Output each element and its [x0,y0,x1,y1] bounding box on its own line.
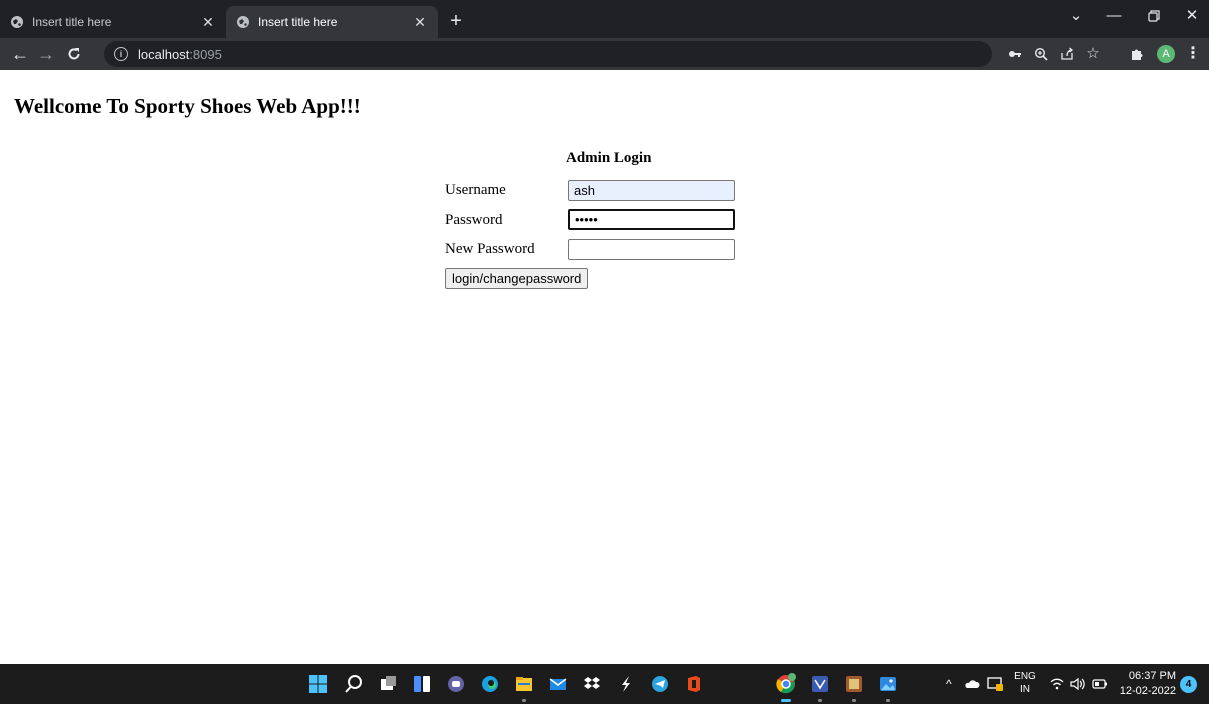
close-tab-icon[interactable]: ✕ [412,14,428,31]
tab-title: Insert title here [258,15,338,29]
input-language-indicator[interactable]: ENG IN [1012,670,1038,696]
widgets-icon[interactable] [410,672,434,696]
tray-overflow-chevron-icon[interactable]: ^ [946,664,960,704]
login-changepassword-button[interactable]: login/changepassword [445,268,589,289]
chat-icon[interactable] [444,672,468,696]
back-arrow-icon[interactable]: ← [8,42,32,66]
reload-icon[interactable] [62,42,86,66]
password-label: Password [445,212,503,228]
volume-icon[interactable] [1070,664,1088,704]
running-indicator [522,699,526,702]
cast-icon[interactable] [986,664,1006,704]
new-tab-button[interactable]: + [444,9,468,33]
password-input[interactable] [568,209,735,230]
photos-icon[interactable] [876,672,900,702]
key-icon[interactable] [1004,43,1026,65]
running-indicator [886,699,890,702]
close-tab-icon[interactable]: ✕ [200,14,216,31]
share-icon[interactable] [1056,43,1078,65]
browser-tab-2[interactable]: Insert title here ✕ [226,6,438,38]
lightning-app-icon[interactable] [614,672,638,696]
windows-start-icon[interactable] [306,672,330,696]
file-explorer-icon[interactable] [512,672,536,702]
globe-icon [236,15,250,29]
tab-title: Insert title here [32,15,112,29]
browser-tab-1[interactable]: Insert title here ✕ [0,6,226,38]
telegram-icon[interactable] [648,672,672,696]
onedrive-cloud-icon[interactable] [964,664,982,704]
bookmark-star-icon[interactable]: ☆ [1082,43,1104,65]
wifi-icon[interactable] [1050,664,1066,704]
tab-search-chevron-icon[interactable]: ⌄ [1058,4,1094,28]
taskbar: ^ ENG IN 06:37 PM 12-02-2022 4 [0,664,1209,704]
zoom-icon[interactable] [1030,43,1052,65]
database-app-icon[interactable] [842,672,866,702]
clock-date: 12-02-2022 [1119,685,1176,697]
url-port: :8095 [189,46,222,62]
extensions-puzzle-icon[interactable] [1126,43,1148,65]
site-info-icon[interactable]: i [114,47,128,61]
search-icon[interactable] [342,672,366,696]
username-input[interactable] [568,180,735,201]
new-password-label: New Password [445,241,535,257]
taskbar-clock[interactable]: 06:37 PM 12-02-2022 [1118,669,1176,699]
forward-arrow-icon[interactable]: → [34,42,58,66]
profile-avatar[interactable]: A [1157,45,1175,63]
browser-toolbar: ← → i localhost:8095 ☆ A ⋮ [0,38,1209,70]
task-view-icon[interactable] [376,672,400,696]
language-code: ENG [1014,671,1036,682]
username-label: Username [445,182,506,198]
dropbox-icon[interactable] [580,672,604,696]
new-password-input[interactable] [568,239,735,260]
running-indicator [852,699,856,702]
minimize-window-icon[interactable]: — [1096,4,1132,28]
browser-tab-strip: Insert title here ✕ Insert title here ✕ … [0,0,1209,38]
globe-icon [10,15,24,29]
clock-time: 06:37 PM [1128,670,1176,682]
code-editor-icon[interactable] [808,672,832,702]
edge-browser-icon[interactable] [478,672,502,696]
battery-icon[interactable] [1092,664,1110,704]
mail-icon[interactable] [546,672,570,696]
office-icon[interactable] [682,672,706,696]
restore-window-icon[interactable] [1136,4,1172,28]
close-window-icon[interactable]: ✕ [1174,4,1209,28]
region-code: IN [1020,684,1030,695]
running-indicator [818,699,822,702]
url-host: localhost [138,46,190,62]
page-title: Wellcome To Sporty Shoes Web App!!! [14,94,361,118]
page-content: Wellcome To Sporty Shoes Web App!!! Admi… [0,70,1209,664]
menu-dots-icon[interactable]: ⋮ [1182,43,1204,65]
form-title: Admin Login [566,150,652,166]
notification-badge[interactable]: 4 [1180,676,1197,693]
address-bar[interactable]: i localhost:8095 [104,41,992,67]
chrome-icon[interactable] [774,672,798,702]
